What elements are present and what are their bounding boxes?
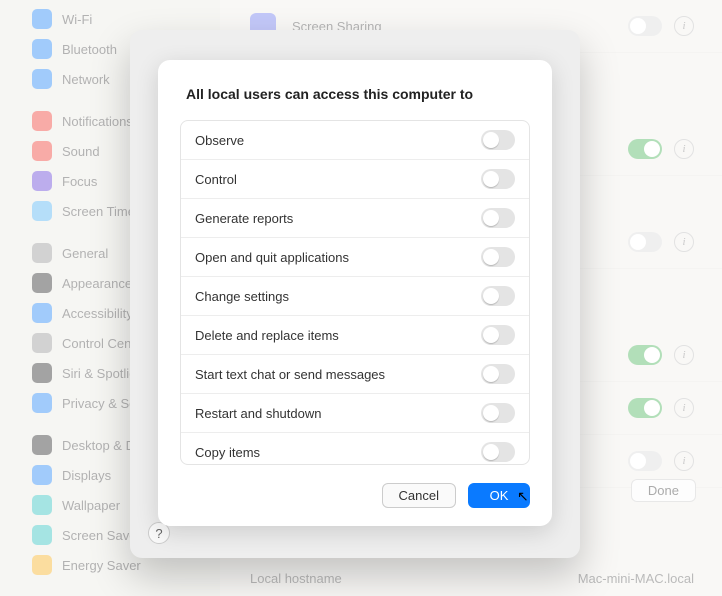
permission-row: Generate reports: [181, 198, 529, 237]
permission-label: Change settings: [195, 289, 289, 304]
permissions-dialog: All local users can access this computer…: [158, 60, 552, 526]
permission-label: Delete and replace items: [195, 328, 339, 343]
permission-row: Open and quit applications: [181, 237, 529, 276]
permission-row: Delete and replace items: [181, 315, 529, 354]
dialog-title: All local users can access this computer…: [158, 60, 552, 118]
permissions-list: Observe Control Generate reports Open and q…: [180, 120, 530, 465]
permission-label: Observe: [195, 133, 244, 148]
permission-toggle[interactable]: [481, 169, 515, 189]
permission-label: Generate reports: [195, 211, 293, 226]
permission-row: Restart and shutdown: [181, 393, 529, 432]
permission-label: Copy items: [195, 445, 260, 460]
sheet-container: ? All local users can access this comput…: [130, 30, 580, 558]
permission-row: Start text chat or send messages: [181, 354, 529, 393]
permission-toggle[interactable]: [481, 403, 515, 423]
permission-row: Control: [181, 159, 529, 198]
permission-label: Control: [195, 172, 237, 187]
permission-toggle[interactable]: [481, 130, 515, 150]
permission-toggle[interactable]: [481, 442, 515, 462]
cursor-icon: ↖: [517, 488, 529, 505]
permission-toggle[interactable]: [481, 325, 515, 345]
permission-toggle[interactable]: [481, 286, 515, 306]
permission-toggle[interactable]: [481, 364, 515, 384]
permission-row: Copy items: [181, 432, 529, 465]
permission-row: Change settings: [181, 276, 529, 315]
permission-label: Open and quit applications: [195, 250, 349, 265]
permission-label: Start text chat or send messages: [195, 367, 385, 382]
permission-label: Restart and shutdown: [195, 406, 321, 421]
cancel-button[interactable]: Cancel: [382, 483, 456, 508]
permission-toggle[interactable]: [481, 247, 515, 267]
permission-row: Observe: [181, 121, 529, 159]
permission-toggle[interactable]: [481, 208, 515, 228]
